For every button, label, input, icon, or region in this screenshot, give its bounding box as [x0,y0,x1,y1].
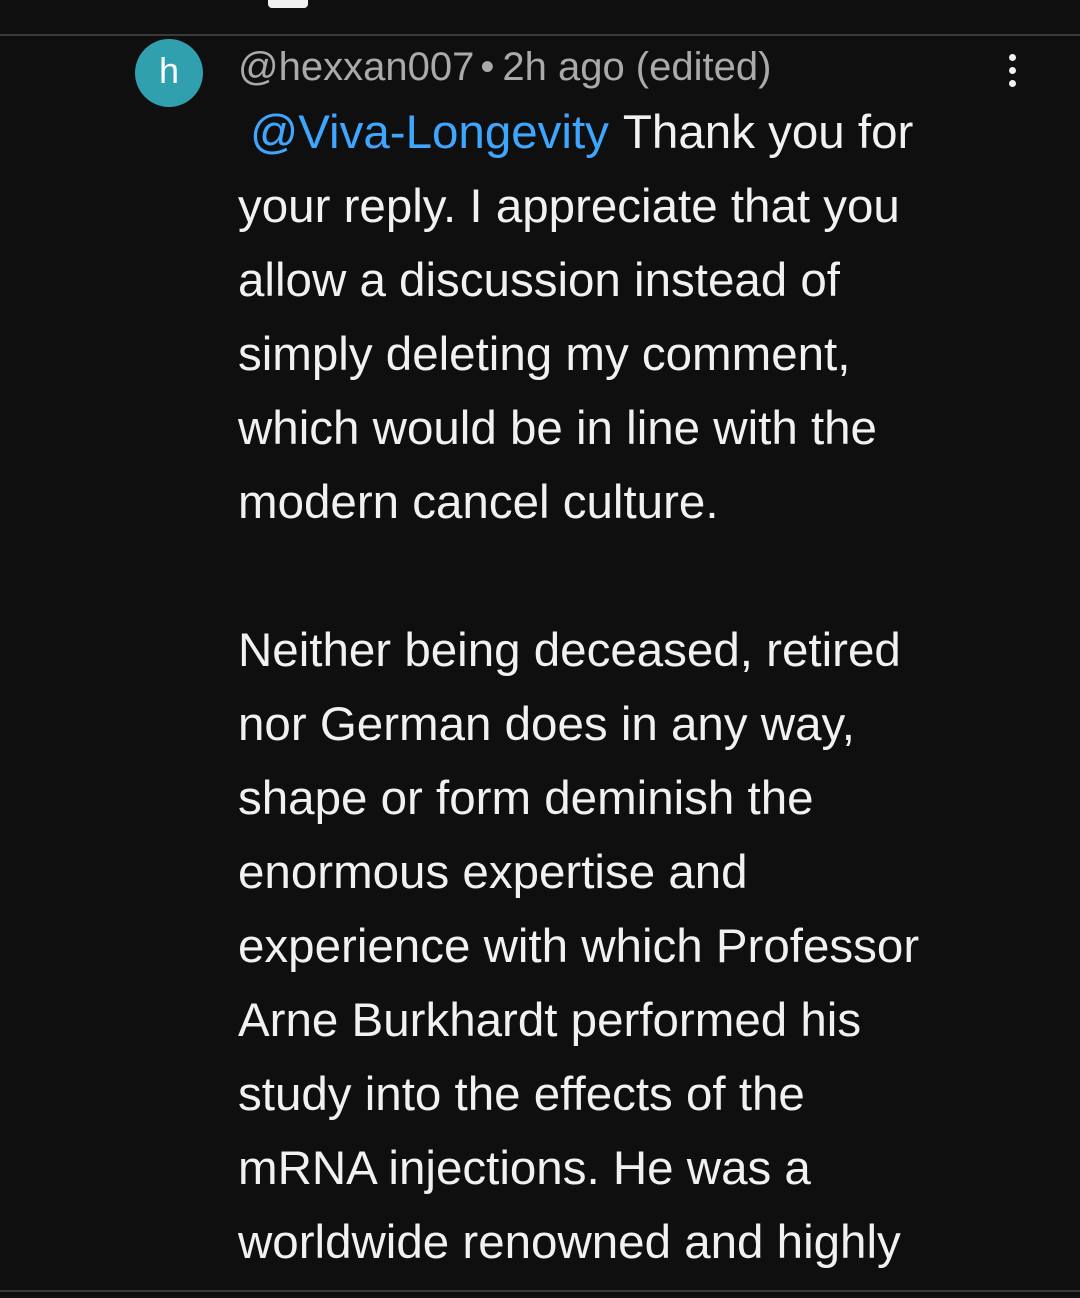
comment-header: @hexxan007 • 2h ago (edited) [238,42,771,92]
comment-line: modern cancel culture. [238,476,719,529]
separator-dot: • [480,45,495,89]
comment-line: which would be in line with the [238,402,877,455]
comment-line: simply deleting my comment, [238,328,851,381]
more-options-button[interactable] [992,46,1032,96]
comment-line: allow a discussion instead of [238,254,841,307]
comment-line: Arne Burkhardt performed his [238,994,862,1047]
avatar[interactable]: h [135,39,203,107]
comment-line: shape or form deminish the [238,772,814,825]
paragraph-break [238,540,1018,614]
comment-text: Thank you for [622,106,914,159]
bottom-divider [0,1290,1080,1292]
previous-comment-text-fragment [268,0,308,8]
comment-line: study into the effects of the [238,1068,805,1121]
comment-line: worldwide renowned and highly [238,1216,901,1269]
timestamp: 2h ago (edited) [502,45,772,89]
comment-line: experience with which Professor [238,920,920,973]
comment-body: @Viva-Longevity Thank you for your reply.… [238,96,1018,1280]
comment-line: Neither being deceased, retired [238,624,901,677]
comment-line: mRNA injections. He was a [238,1142,811,1195]
comment-line: your reply. I appreciate that you [238,180,900,233]
comment-line: enormous expertise and [238,846,748,899]
author-handle[interactable]: @hexxan007 [238,45,474,89]
comment: h @hexxan007 • 2h ago (edited) @Viva-Longe… [0,36,1080,1290]
mention-link[interactable]: @Viva-Longevity [250,106,609,159]
comment-line: @Viva-Longevity Thank you for [238,96,1018,170]
comment-line: nor German does in any way, [238,698,855,751]
